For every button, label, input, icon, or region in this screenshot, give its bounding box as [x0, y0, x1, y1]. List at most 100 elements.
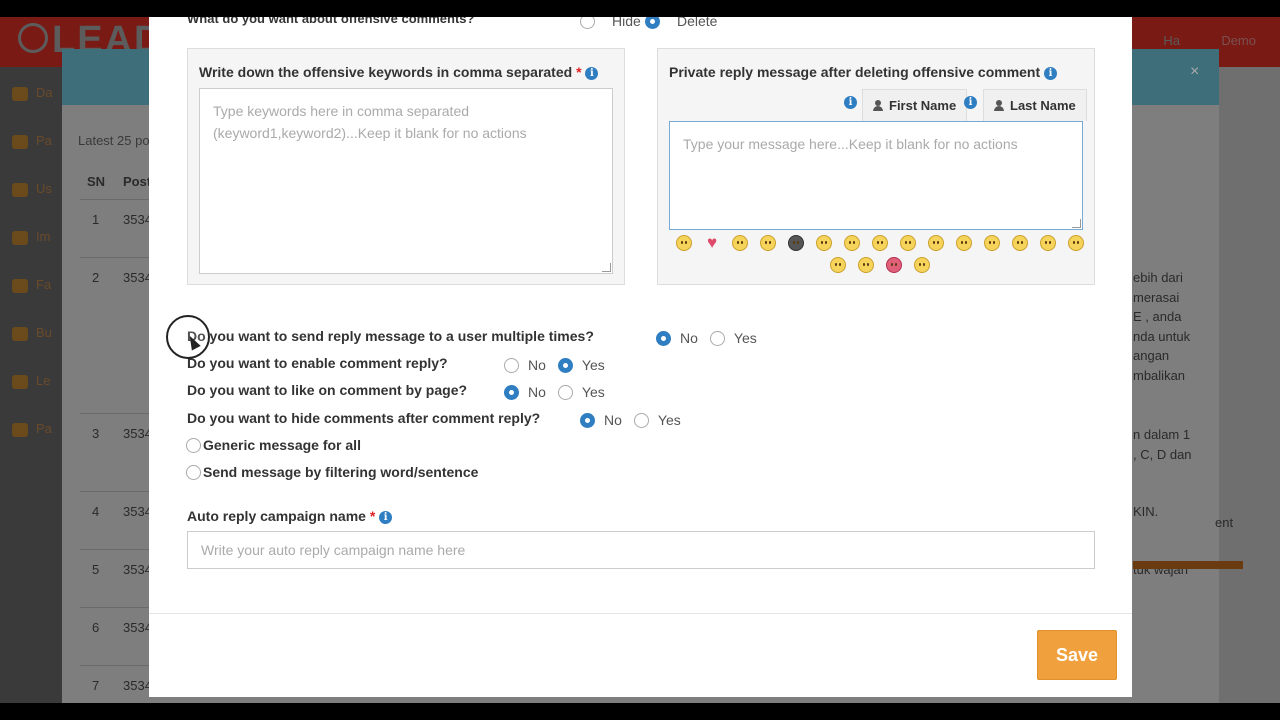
radio-button[interactable] — [709, 330, 725, 346]
dashboard-icon — [12, 86, 28, 101]
hide-comments-radio-group: No Yes — [580, 412, 693, 428]
radio-button[interactable] — [186, 437, 201, 453]
offensive-keywords-panel: Write down the offensive keywords in com… — [187, 48, 625, 285]
background-post-text: n dalam 1 , C, D dan — [1133, 427, 1192, 462]
like-comment-yes-option[interactable]: Yes — [557, 384, 605, 400]
confused-emoji-icon[interactable] — [1040, 235, 1056, 251]
background-table-row: 1 3534 — [80, 199, 152, 241]
background-demo-user: Demo — [1221, 33, 1256, 48]
background-close-icon: × — [1190, 63, 1200, 80]
wink-tongue-emoji-icon[interactable] — [928, 235, 944, 251]
radio-button[interactable] — [633, 412, 649, 428]
tongue-emoji-icon[interactable] — [676, 235, 692, 251]
pacman-emoji-icon[interactable] — [844, 235, 860, 251]
background-table-row: 4 3534 — [80, 491, 152, 549]
frown-emoji-icon[interactable] — [872, 235, 888, 251]
info-icon[interactable]: i — [844, 96, 857, 109]
comment-icon — [12, 422, 28, 437]
generic-message-option[interactable]: Generic message for all — [186, 437, 361, 453]
cloud-icon — [12, 230, 28, 245]
happy-emoji-icon[interactable] — [858, 257, 874, 273]
background-table-row: 3 3534 — [80, 413, 152, 491]
offensive-hide-option[interactable]: Hide — [580, 17, 641, 29]
private-reply-title: Private reply message after deleting off… — [669, 64, 1058, 80]
last-name-button[interactable]: Last Name — [983, 89, 1087, 121]
resize-handle-icon[interactable] — [602, 263, 611, 272]
smile-emoji-icon[interactable] — [760, 235, 776, 251]
campaign-name-label: Auto reply campaign name * i — [187, 508, 393, 524]
page-icon — [12, 134, 28, 149]
radio-hide[interactable] — [580, 17, 595, 29]
private-reply-textarea[interactable] — [669, 121, 1083, 230]
multiple-reply-yes-option[interactable]: Yes — [709, 330, 757, 346]
bolt-icon — [12, 374, 28, 389]
enable-comment-reply-question: Do you want to enable comment reply? — [187, 355, 448, 371]
like-comment-radio-group: No Yes — [504, 384, 617, 400]
radio-button[interactable] — [580, 412, 595, 428]
background-table-row: 2 3534 — [80, 257, 152, 413]
neutral-emoji-icon[interactable] — [1068, 235, 1084, 251]
campaign-name-input[interactable] — [187, 531, 1095, 569]
sunglasses-emoji-icon[interactable] — [788, 235, 804, 251]
info-icon[interactable]: i — [964, 96, 977, 109]
enable-comment-reply-no-option[interactable]: No — [504, 357, 546, 373]
radio-button[interactable] — [557, 357, 573, 373]
radio-button[interactable] — [656, 330, 671, 346]
info-icon[interactable]: i — [379, 511, 393, 524]
radio-button[interactable] — [504, 384, 519, 400]
auto-reply-modal: What do you want about offensive comment… — [149, 17, 1132, 697]
angel-emoji-icon[interactable] — [1012, 235, 1028, 251]
emoji-picker-row — [830, 257, 930, 273]
surprised-emoji-icon[interactable] — [956, 235, 972, 251]
devil-emoji-icon[interactable] — [886, 257, 902, 273]
nerd-emoji-icon[interactable] — [900, 235, 916, 251]
radio-delete[interactable] — [645, 17, 660, 29]
background-user-name: Ha — [1163, 33, 1180, 48]
offensive-delete-option[interactable]: Delete — [645, 17, 717, 29]
background-post-text: ebih dari merasai E , anda nda untuk ang… — [1133, 270, 1191, 383]
background-strip — [1133, 561, 1243, 569]
modal-footer-divider — [149, 613, 1132, 614]
background-latest-text: Latest 25 po — [78, 133, 150, 148]
offensive-comment-question: What do you want about offensive comment… — [187, 17, 475, 26]
emoji-picker-row: ♥ — [676, 234, 1084, 251]
first-name-button[interactable]: First Name — [862, 89, 968, 121]
resize-handle-icon[interactable] — [1072, 219, 1081, 228]
hide-comments-no-option[interactable]: No — [580, 412, 622, 428]
screen: LEAD Ha Demo Da Pa Us Im Fa Bu Le Pa × L… — [0, 17, 1280, 703]
like-comment-question: Do you want to like on comment by page? — [187, 382, 468, 398]
offensive-keywords-title: Write down the offensive keywords in com… — [199, 64, 599, 80]
angry-emoji-icon[interactable] — [984, 235, 1000, 251]
sad-emoji-icon[interactable] — [914, 257, 930, 273]
save-button[interactable]: Save — [1037, 630, 1117, 680]
blush-emoji-icon[interactable] — [816, 235, 832, 251]
hide-comments-yes-option[interactable]: Yes — [633, 412, 681, 428]
background-table-header: SN — [87, 174, 106, 189]
background-table-row: 6 3534 — [80, 607, 152, 665]
radio-button[interactable] — [186, 464, 201, 480]
multiple-reply-no-option[interactable]: No — [656, 330, 698, 346]
info-icon[interactable]: i — [1044, 67, 1058, 80]
radio-button[interactable] — [557, 384, 573, 400]
background-table-row: 5 3534 — [80, 549, 152, 607]
background-post-text: ent — [1215, 515, 1234, 530]
heart-emoji-icon[interactable]: ♥ — [704, 234, 720, 251]
background-table-row: 7 3534 — [80, 665, 152, 703]
paw-icon — [12, 278, 28, 293]
required-mark: * — [369, 508, 376, 524]
info-icon[interactable]: i — [585, 67, 599, 80]
multiple-reply-radio-group: No Yes — [656, 330, 769, 346]
hide-comments-question: Do you want to hide comments after comme… — [187, 410, 541, 426]
radio-button[interactable] — [504, 357, 519, 373]
offensive-keywords-textarea[interactable] — [199, 88, 613, 274]
filter-message-option[interactable]: Send message by filtering word/sentence — [186, 464, 478, 480]
enable-comment-reply-yes-option[interactable]: Yes — [557, 357, 605, 373]
required-mark: * — [576, 64, 582, 80]
private-reply-panel: Private reply message after deleting off… — [657, 48, 1095, 285]
squint-emoji-icon[interactable] — [830, 257, 846, 273]
envelope-icon — [12, 326, 28, 341]
grin-emoji-icon[interactable] — [732, 235, 748, 251]
enable-comment-reply-radio-group: No Yes — [504, 357, 617, 373]
like-comment-no-option[interactable]: No — [504, 384, 546, 400]
list-icon — [12, 182, 28, 197]
